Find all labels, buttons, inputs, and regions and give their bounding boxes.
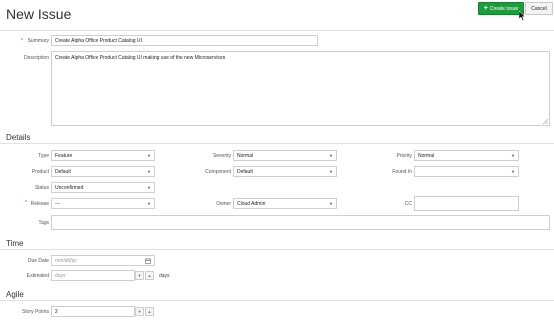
tags-input[interactable] [51,215,550,230]
summary-input[interactable]: Create Alpha Office Product Catalog UI [51,35,318,46]
agile-heading: Agile [6,290,24,299]
severity-label: Severity [212,153,231,159]
product-label: Product [31,169,49,175]
details-divider [0,143,554,144]
time-divider [0,249,554,250]
chevron-down-icon: ▼ [147,153,151,158]
time-heading: Time [6,239,24,248]
description-textarea[interactable]: Create Alpha Office Product Catalog UI m… [51,51,550,126]
product-select[interactable]: Default ▼ [51,166,155,177]
found-in-select[interactable]: ▼ [414,166,519,177]
status-select[interactable]: Unconfirmed ▼ [51,182,155,193]
due-date-input[interactable]: mm/dd/yy [51,255,155,266]
cc-input[interactable] [414,196,519,211]
type-select[interactable]: Feature ▼ [51,150,155,161]
due-date-label: Due Date [27,258,49,264]
severity-value: Normal [237,152,254,159]
priority-label: Priority [396,153,412,159]
create-issue-label: Create Issue [489,5,519,12]
status-value: Unconfirmed [55,184,84,191]
story-points-input[interactable]: 2 [51,306,135,317]
type-label: Type [38,153,49,159]
estimated-decrement-button[interactable]: ▼ [135,271,144,280]
estimated-increment-button[interactable]: ▲ [145,271,154,280]
summary-label: Summary [27,38,49,44]
page-title: New Issue [6,6,72,22]
chevron-down-icon: ▼ [511,153,515,158]
create-issue-button[interactable]: + Create Issue [478,2,524,15]
description-label: Description [23,55,49,61]
due-date-placeholder: mm/dd/yy [55,257,77,264]
estimated-input[interactable]: days [51,270,135,281]
chevron-down-icon: ▼ [329,153,333,158]
chevron-down-icon: ▼ [511,169,515,174]
release-select[interactable]: --- ▼ [51,198,155,209]
release-label: Release [30,201,49,207]
description-text: Create Alpha Office Product Catalog UI m… [55,55,226,61]
owner-label: Owner [216,201,231,207]
story-points-label: Story Points [22,309,49,315]
plus-icon: + [483,5,488,12]
story-points-increment-button[interactable]: ▲ [145,307,154,316]
release-value: --- [55,200,60,207]
resize-handle-icon[interactable] [543,119,548,124]
product-value: Default [55,168,71,175]
cc-label: CC [404,201,412,207]
calendar-icon[interactable] [145,257,151,264]
story-points-decrement-button[interactable]: ▼ [135,307,144,316]
component-value: Default [237,168,253,175]
estimated-unit: days [159,273,170,279]
status-label: Status [34,185,49,191]
priority-select[interactable]: Normal ▼ [414,150,519,161]
estimated-label: Estimated [26,273,49,279]
severity-select[interactable]: Normal ▼ [233,150,337,161]
type-value: Feature [55,152,73,159]
component-label: Component [205,169,231,175]
tags-label: Tags [38,220,49,226]
details-heading: Details [6,133,31,142]
found-in-label: Found In [392,169,412,175]
chevron-down-icon: ▼ [147,185,151,190]
mouse-cursor-icon [519,11,526,21]
priority-value: Normal [418,152,435,159]
story-points-value: 2 [55,308,58,315]
agile-divider [0,300,554,301]
owner-select[interactable]: Cloud Admin ▼ [233,198,337,209]
cancel-button[interactable]: Cancel [525,2,553,15]
chevron-down-icon: ▼ [329,201,333,206]
chevron-down-icon: ▼ [329,169,333,174]
chevron-down-icon: ▼ [147,201,151,206]
header-divider [0,30,554,31]
chevron-down-icon: ▼ [147,169,151,174]
component-select[interactable]: Default ▼ [233,166,337,177]
owner-value: Cloud Admin [237,200,266,207]
estimated-placeholder: days [55,272,66,279]
